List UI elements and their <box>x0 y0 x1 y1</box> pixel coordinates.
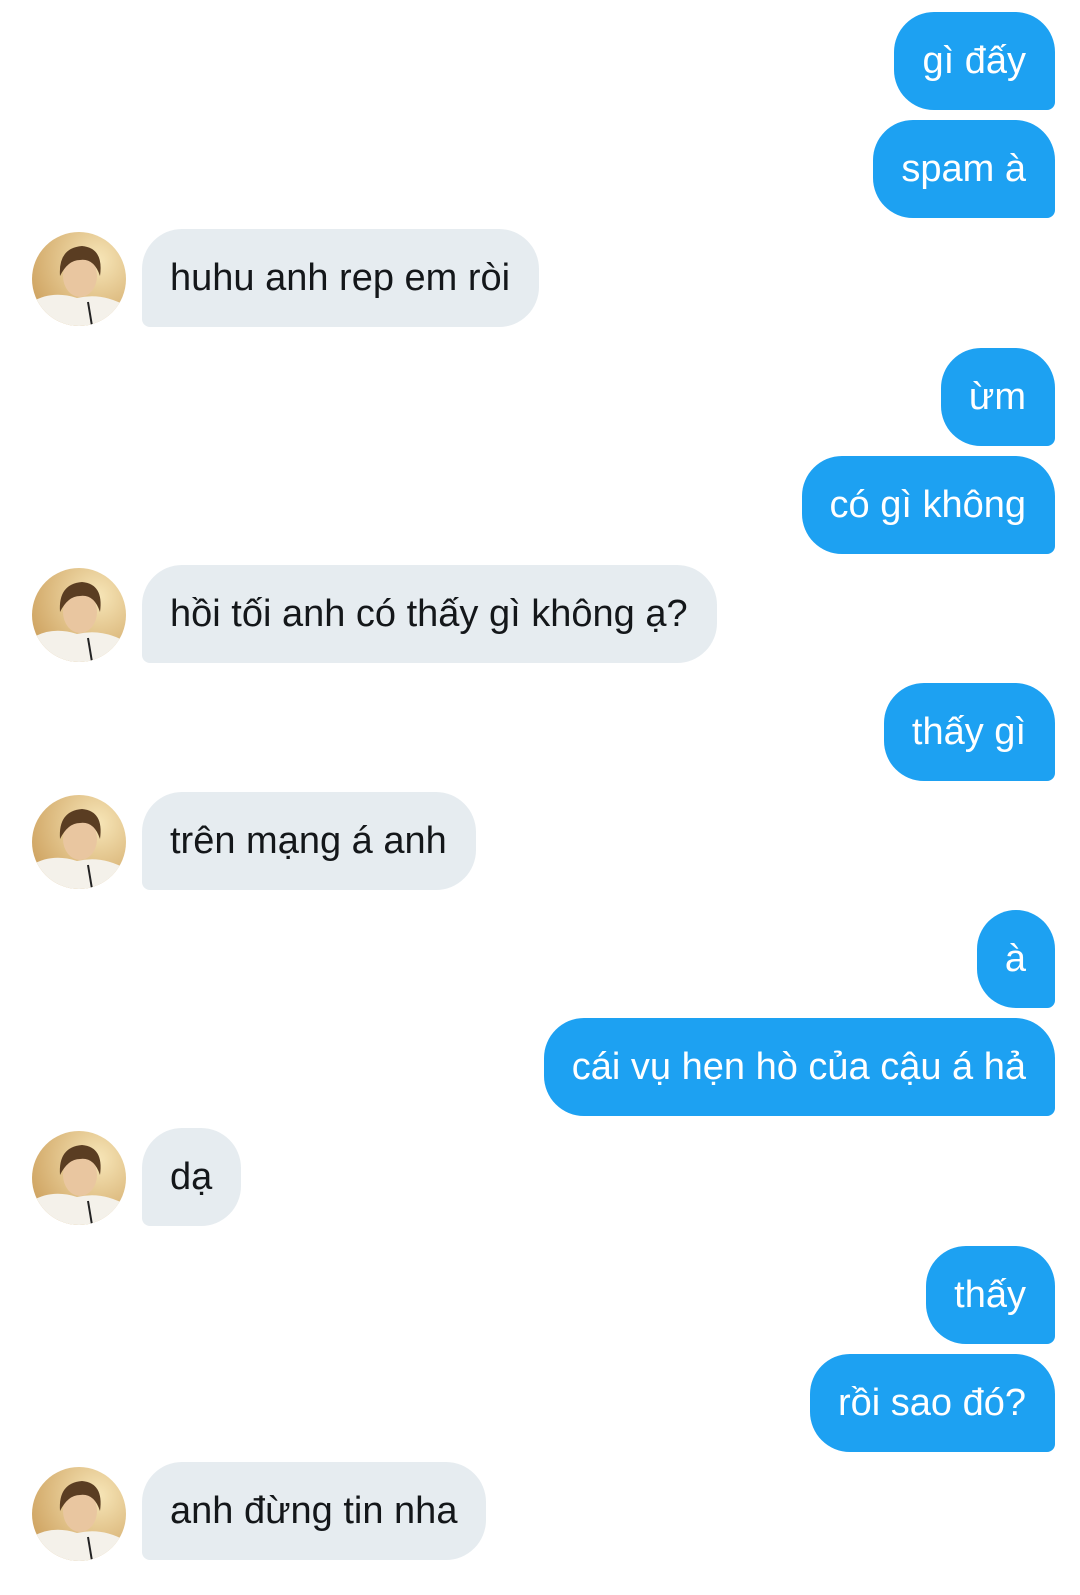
sent-message[interactable]: spam à <box>873 120 1055 218</box>
received-message[interactable]: anh đừng tin nha <box>142 1462 487 1560</box>
sent-message[interactable]: thấy <box>926 1246 1055 1344</box>
received-message[interactable]: huhu anh rep em ròi <box>142 229 540 327</box>
contact-avatar-icon[interactable] <box>32 1131 126 1225</box>
contact-avatar-icon[interactable] <box>32 232 126 326</box>
sent-message[interactable]: à <box>976 910 1055 1008</box>
sent-message[interactable]: thấy gì <box>883 683 1055 781</box>
sent-message[interactable]: có gì không <box>801 456 1055 554</box>
contact-avatar-icon[interactable] <box>32 795 126 889</box>
sent-message[interactable]: rồi sao đó? <box>809 1354 1055 1452</box>
contact-avatar-icon[interactable] <box>32 568 126 662</box>
received-message[interactable]: dạ <box>142 1128 242 1226</box>
sent-message[interactable]: cái vụ hẹn hò của cậu á hả <box>543 1018 1055 1116</box>
contact-avatar-icon[interactable] <box>32 1467 126 1561</box>
received-message[interactable]: trên mạng á anh <box>142 792 476 890</box>
received-message[interactable]: hồi tối anh có thấy gì không ạ? <box>142 565 717 663</box>
sent-message[interactable]: ừm <box>940 348 1055 446</box>
sent-message[interactable]: gì đấy <box>894 12 1055 110</box>
